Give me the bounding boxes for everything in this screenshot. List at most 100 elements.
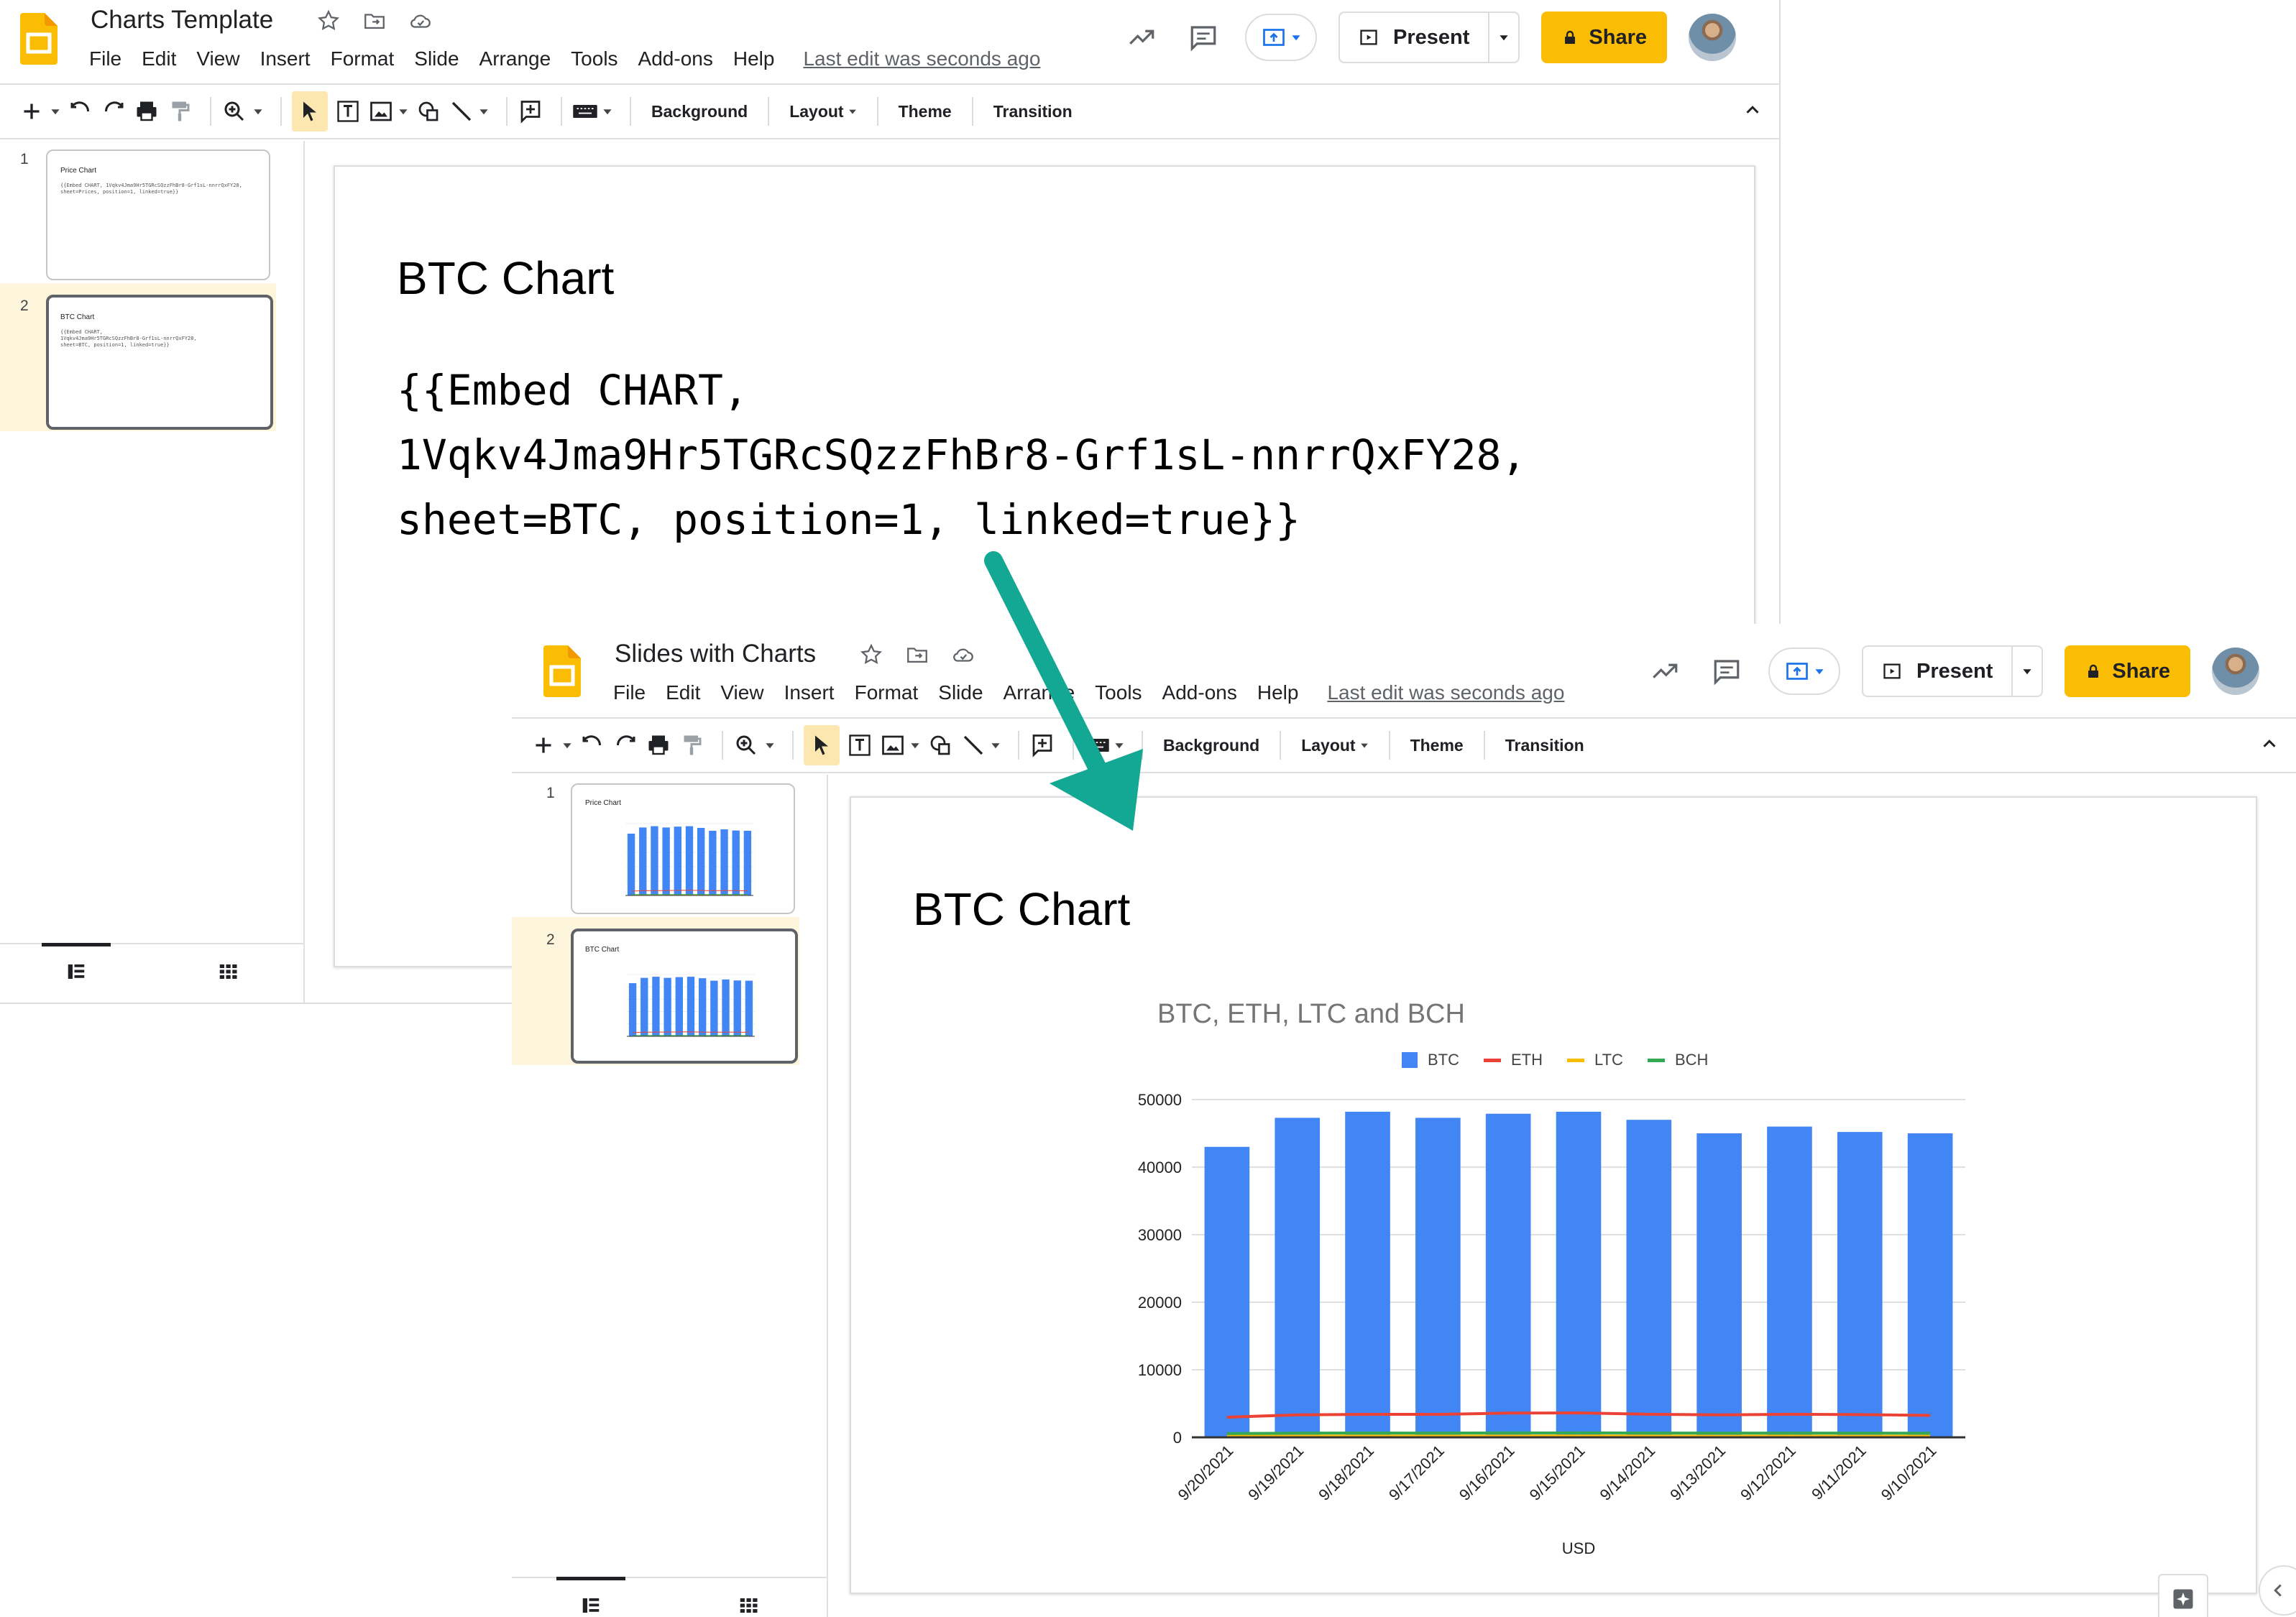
menu-view[interactable]: View xyxy=(196,47,239,70)
bar-btc xyxy=(685,826,694,895)
menu-file[interactable]: File xyxy=(613,681,646,704)
menu-insert[interactable]: Insert xyxy=(784,681,835,704)
zoom-button[interactable] xyxy=(221,91,263,132)
redo-button[interactable] xyxy=(101,91,127,132)
present-to-meeting-button[interactable] xyxy=(1768,648,1840,695)
menu-file[interactable]: File xyxy=(89,47,121,70)
menu-arrange[interactable]: Arrange xyxy=(479,47,551,70)
paint-format-button[interactable] xyxy=(679,725,704,765)
document-title[interactable]: Slides with Charts xyxy=(615,640,816,668)
menu-help[interactable]: Help xyxy=(1257,681,1299,704)
slide-thumbnail-1[interactable]: Price Chart {{Embed CHART, 1Vqkv4Jma9Hr5… xyxy=(46,149,270,280)
star-icon[interactable] xyxy=(316,9,341,33)
chevron-down-icon xyxy=(766,743,774,749)
move-folder-icon[interactable] xyxy=(905,642,929,667)
paint-roller-icon xyxy=(684,735,702,755)
zoom-button[interactable] xyxy=(733,725,775,765)
hide-menus-button[interactable] xyxy=(2259,733,2280,758)
new-slide-button[interactable] xyxy=(19,91,60,132)
comment-icon xyxy=(1190,26,1216,52)
paint-roller-icon xyxy=(172,101,190,121)
new-slide-button[interactable] xyxy=(531,725,572,765)
filmstrip-view-tab[interactable] xyxy=(512,1577,669,1617)
paint-format-button[interactable] xyxy=(167,91,193,132)
present-options-button[interactable] xyxy=(1488,13,1518,62)
input-tools-button[interactable] xyxy=(572,91,612,132)
insert-image-button[interactable] xyxy=(368,91,408,132)
insert-image-button[interactable] xyxy=(880,725,920,765)
thumbnail-title: BTC Chart xyxy=(585,946,620,954)
menu-slide[interactable]: Slide xyxy=(414,47,459,70)
last-edit-link[interactable]: Last edit was seconds ago xyxy=(803,47,1040,70)
star-icon[interactable] xyxy=(859,642,883,667)
text-box-button[interactable] xyxy=(335,91,361,132)
menu-edit[interactable]: Edit xyxy=(666,681,700,704)
background-button[interactable]: Background xyxy=(641,102,758,121)
select-tool-button[interactable] xyxy=(804,725,840,765)
present-to-meeting-button[interactable] xyxy=(1245,14,1317,61)
theme-button[interactable]: Theme xyxy=(1400,736,1474,755)
menu-edit[interactable]: Edit xyxy=(142,47,176,70)
text-box-button[interactable] xyxy=(847,725,873,765)
undo-icon xyxy=(70,101,90,112)
hide-menus-button[interactable] xyxy=(1742,99,1763,124)
slide-editor[interactable]: BTC Chart BTC, ETH, LTC and BCH BTC ETH … xyxy=(850,796,2257,1617)
last-edit-link[interactable]: Last edit was seconds ago xyxy=(1327,681,1564,704)
bar-btc xyxy=(732,830,740,895)
slide-body-text[interactable]: {{Embed CHART, 1Vqkv4Jma9Hr5TGRcSQzzFhBr8… xyxy=(397,358,1526,552)
present-options-button[interactable] xyxy=(2011,647,2042,696)
undo-button[interactable] xyxy=(68,91,93,132)
menu-format[interactable]: Format xyxy=(331,47,395,70)
side-panel-toggle[interactable] xyxy=(2259,1565,2296,1616)
line-button[interactable] xyxy=(449,91,489,132)
comments-button[interactable] xyxy=(1183,17,1223,57)
menu-insert[interactable]: Insert xyxy=(260,47,311,70)
x-tick-label: 9/11/2021 xyxy=(1808,1442,1870,1503)
slide-thumbnail-2[interactable]: BTC Chart xyxy=(571,929,798,1064)
menu-addons[interactable]: Add-ons xyxy=(638,47,713,70)
print-button[interactable] xyxy=(134,91,160,132)
layout-button[interactable]: Layout xyxy=(1291,736,1378,755)
slide-thumbnail-2[interactable]: BTC Chart {{Embed CHART, 1Vqkv4Jma9Hr5TG… xyxy=(46,295,273,430)
bar-btc xyxy=(1415,1118,1461,1437)
shape-button[interactable] xyxy=(415,91,441,132)
menu-format[interactable]: Format xyxy=(855,681,919,704)
cloud-saved-icon[interactable] xyxy=(408,9,433,33)
menu-tools[interactable]: Tools xyxy=(571,47,617,70)
activity-dashboard-button[interactable] xyxy=(1645,651,1685,691)
transition-button[interactable]: Transition xyxy=(1495,736,1594,755)
redo-button[interactable] xyxy=(612,725,638,765)
present-button[interactable]: Present xyxy=(1340,13,1488,62)
explore-button[interactable] xyxy=(2158,1574,2208,1617)
filmstrip-view-tab[interactable] xyxy=(0,943,152,999)
theme-button[interactable]: Theme xyxy=(888,102,962,121)
menu-help[interactable]: Help xyxy=(733,47,775,70)
slide-title[interactable]: BTC Chart xyxy=(913,883,1130,936)
grid-view-tab[interactable] xyxy=(152,944,303,999)
slides-logo-icon[interactable] xyxy=(543,645,581,697)
account-avatar[interactable] xyxy=(2212,648,2259,695)
slide-thumbnail-1[interactable]: Price Chart xyxy=(571,783,795,914)
slide-title[interactable]: BTC Chart xyxy=(397,252,614,305)
share-button[interactable]: Share xyxy=(2065,645,2190,697)
comments-button[interactable] xyxy=(1707,651,1747,691)
document-title[interactable]: Charts Template xyxy=(91,6,273,34)
chart-title: BTC, ETH, LTC and BCH xyxy=(1157,999,1465,1029)
layout-button[interactable]: Layout xyxy=(779,102,866,121)
present-button[interactable]: Present xyxy=(1863,647,2011,696)
grid-icon xyxy=(740,1598,757,1613)
embedded-chart[interactable]: 0 10000 20000 30000 40000 50000 9/20/2021 9/19/… xyxy=(1117,1085,1980,1560)
shape-button[interactable] xyxy=(927,725,953,765)
undo-button[interactable] xyxy=(579,725,605,765)
activity-dashboard-button[interactable] xyxy=(1121,17,1162,57)
print-button[interactable] xyxy=(646,725,671,765)
grid-view-tab[interactable] xyxy=(669,1578,827,1617)
select-tool-button[interactable] xyxy=(292,91,328,132)
share-button[interactable]: Share xyxy=(1541,11,1667,63)
transition-button[interactable]: Transition xyxy=(983,102,1083,121)
add-comment-button[interactable] xyxy=(518,91,543,132)
account-avatar[interactable] xyxy=(1689,14,1736,61)
menu-view[interactable]: View xyxy=(720,681,763,704)
move-folder-icon[interactable] xyxy=(362,9,387,33)
slides-logo-icon[interactable] xyxy=(20,13,58,65)
